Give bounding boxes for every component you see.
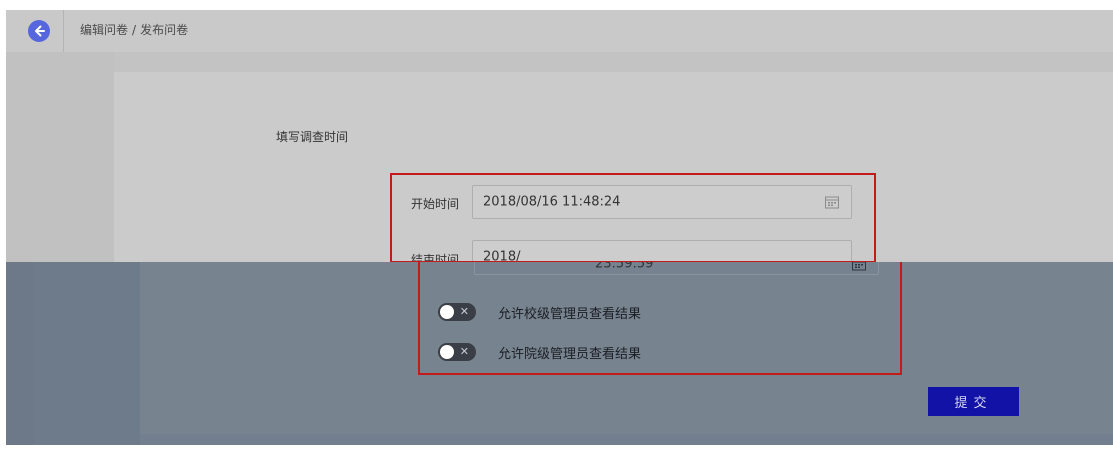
toggle-knob — [440, 345, 454, 359]
calendar-icon[interactable] — [852, 262, 866, 271]
left-strip-lower — [34, 262, 140, 445]
end-time-input[interactable]: 23:59:59 — [474, 262, 879, 275]
toggle-knob — [440, 305, 454, 319]
lower-layer: 23:59:59 ✕ 允许校级管理员查看结果 ✕ 允许院级管理员查看结果 提交 — [0, 262, 1113, 450]
form-card — [114, 72, 1113, 262]
breadcrumb-edit-questionnaire[interactable]: 编辑问卷 — [80, 23, 128, 37]
start-time-input[interactable]: 2018/08/16 11:48:24 — [472, 185, 852, 219]
end-time-label: 结束时间 — [411, 253, 460, 262]
back-button[interactable] — [28, 20, 50, 42]
back-cell — [6, 10, 64, 52]
section-label: 填写调查时间 — [276, 130, 349, 144]
calendar-icon[interactable] — [825, 196, 839, 209]
toggle-row-school-admin: ✕ 允许校级管理员查看结果 — [438, 302, 641, 322]
school-admin-toggle[interactable]: ✕ — [438, 303, 476, 321]
left-gutter-lower — [6, 262, 34, 445]
breadcrumb: 编辑问卷 / 发布问卷 — [80, 21, 188, 38]
top-bar: 编辑问卷 / 发布问卷 — [6, 10, 1113, 52]
end-time-value: 23:59:59 — [595, 262, 654, 271]
breadcrumb-publish-questionnaire: 发布问卷 — [140, 23, 189, 37]
submit-button[interactable]: 提交 — [928, 387, 1019, 416]
end-time-input-upper[interactable]: 2018/ — [472, 240, 852, 262]
school-admin-toggle-label: 允许校级管理员查看结果 — [498, 306, 642, 322]
college-admin-toggle-label: 允许院级管理员查看结果 — [498, 346, 642, 362]
college-admin-toggle[interactable]: ✕ — [438, 343, 476, 361]
arrow-left-icon — [35, 25, 45, 37]
close-icon: ✕ — [459, 305, 469, 318]
left-gutter — [6, 52, 114, 262]
start-time-value: 2018/08/16 11:48:24 — [483, 194, 621, 210]
start-time-label: 开始时间 — [411, 197, 460, 211]
toggle-row-college-admin: ✕ 允许院级管理员查看结果 — [438, 342, 641, 362]
upper-layer: 编辑问卷 / 发布问卷 填写调查时间 开始时间 2018/08/16 11:48:2… — [0, 0, 1113, 262]
end-time-value-partial: 2018/ — [483, 249, 521, 263]
breadcrumb-separator: / — [132, 23, 137, 37]
close-icon: ✕ — [459, 345, 469, 358]
